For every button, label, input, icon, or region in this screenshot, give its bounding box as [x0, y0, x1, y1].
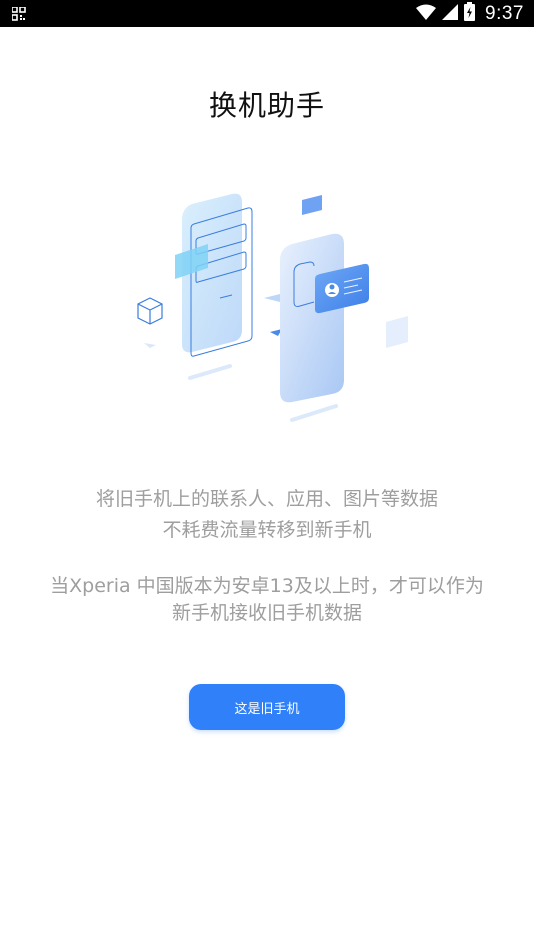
status-bar: 9:37	[0, 0, 534, 27]
description-line-1: 将旧手机上的联系人、应用、图片等数据	[95, 488, 438, 510]
cellular-signal-icon	[442, 3, 459, 24]
page-title: 换机助手	[208, 89, 325, 122]
battery-icon	[464, 2, 476, 25]
qr-code-icon	[11, 6, 26, 21]
new-phone-graphic	[280, 233, 344, 422]
status-time: 9:37	[485, 2, 524, 24]
old-phone-graphic	[175, 193, 253, 357]
phone-transfer-illustration	[120, 180, 420, 440]
status-icons: 9:37	[416, 2, 524, 25]
wifi-icon	[416, 4, 437, 24]
description-line-2: 不耗费流量转移到新手机	[162, 519, 372, 541]
version-note-line-2: 新手机接收旧手机数据	[171, 602, 362, 624]
description-text: 将旧手机上的联系人、应用、图片等数据 不耗费流量转移到新手机	[0, 484, 534, 546]
version-note-line-1: 当Xperia 中国版本为安卓13及以上时，才可以作为	[50, 575, 484, 597]
this-is-old-phone-button[interactable]: 这是旧手机	[189, 684, 345, 730]
cube-graphic	[137, 297, 163, 325]
version-note-text: 当Xperia 中国版本为安卓13及以上时，才可以作为 新手机接收旧手机数据	[0, 573, 534, 627]
